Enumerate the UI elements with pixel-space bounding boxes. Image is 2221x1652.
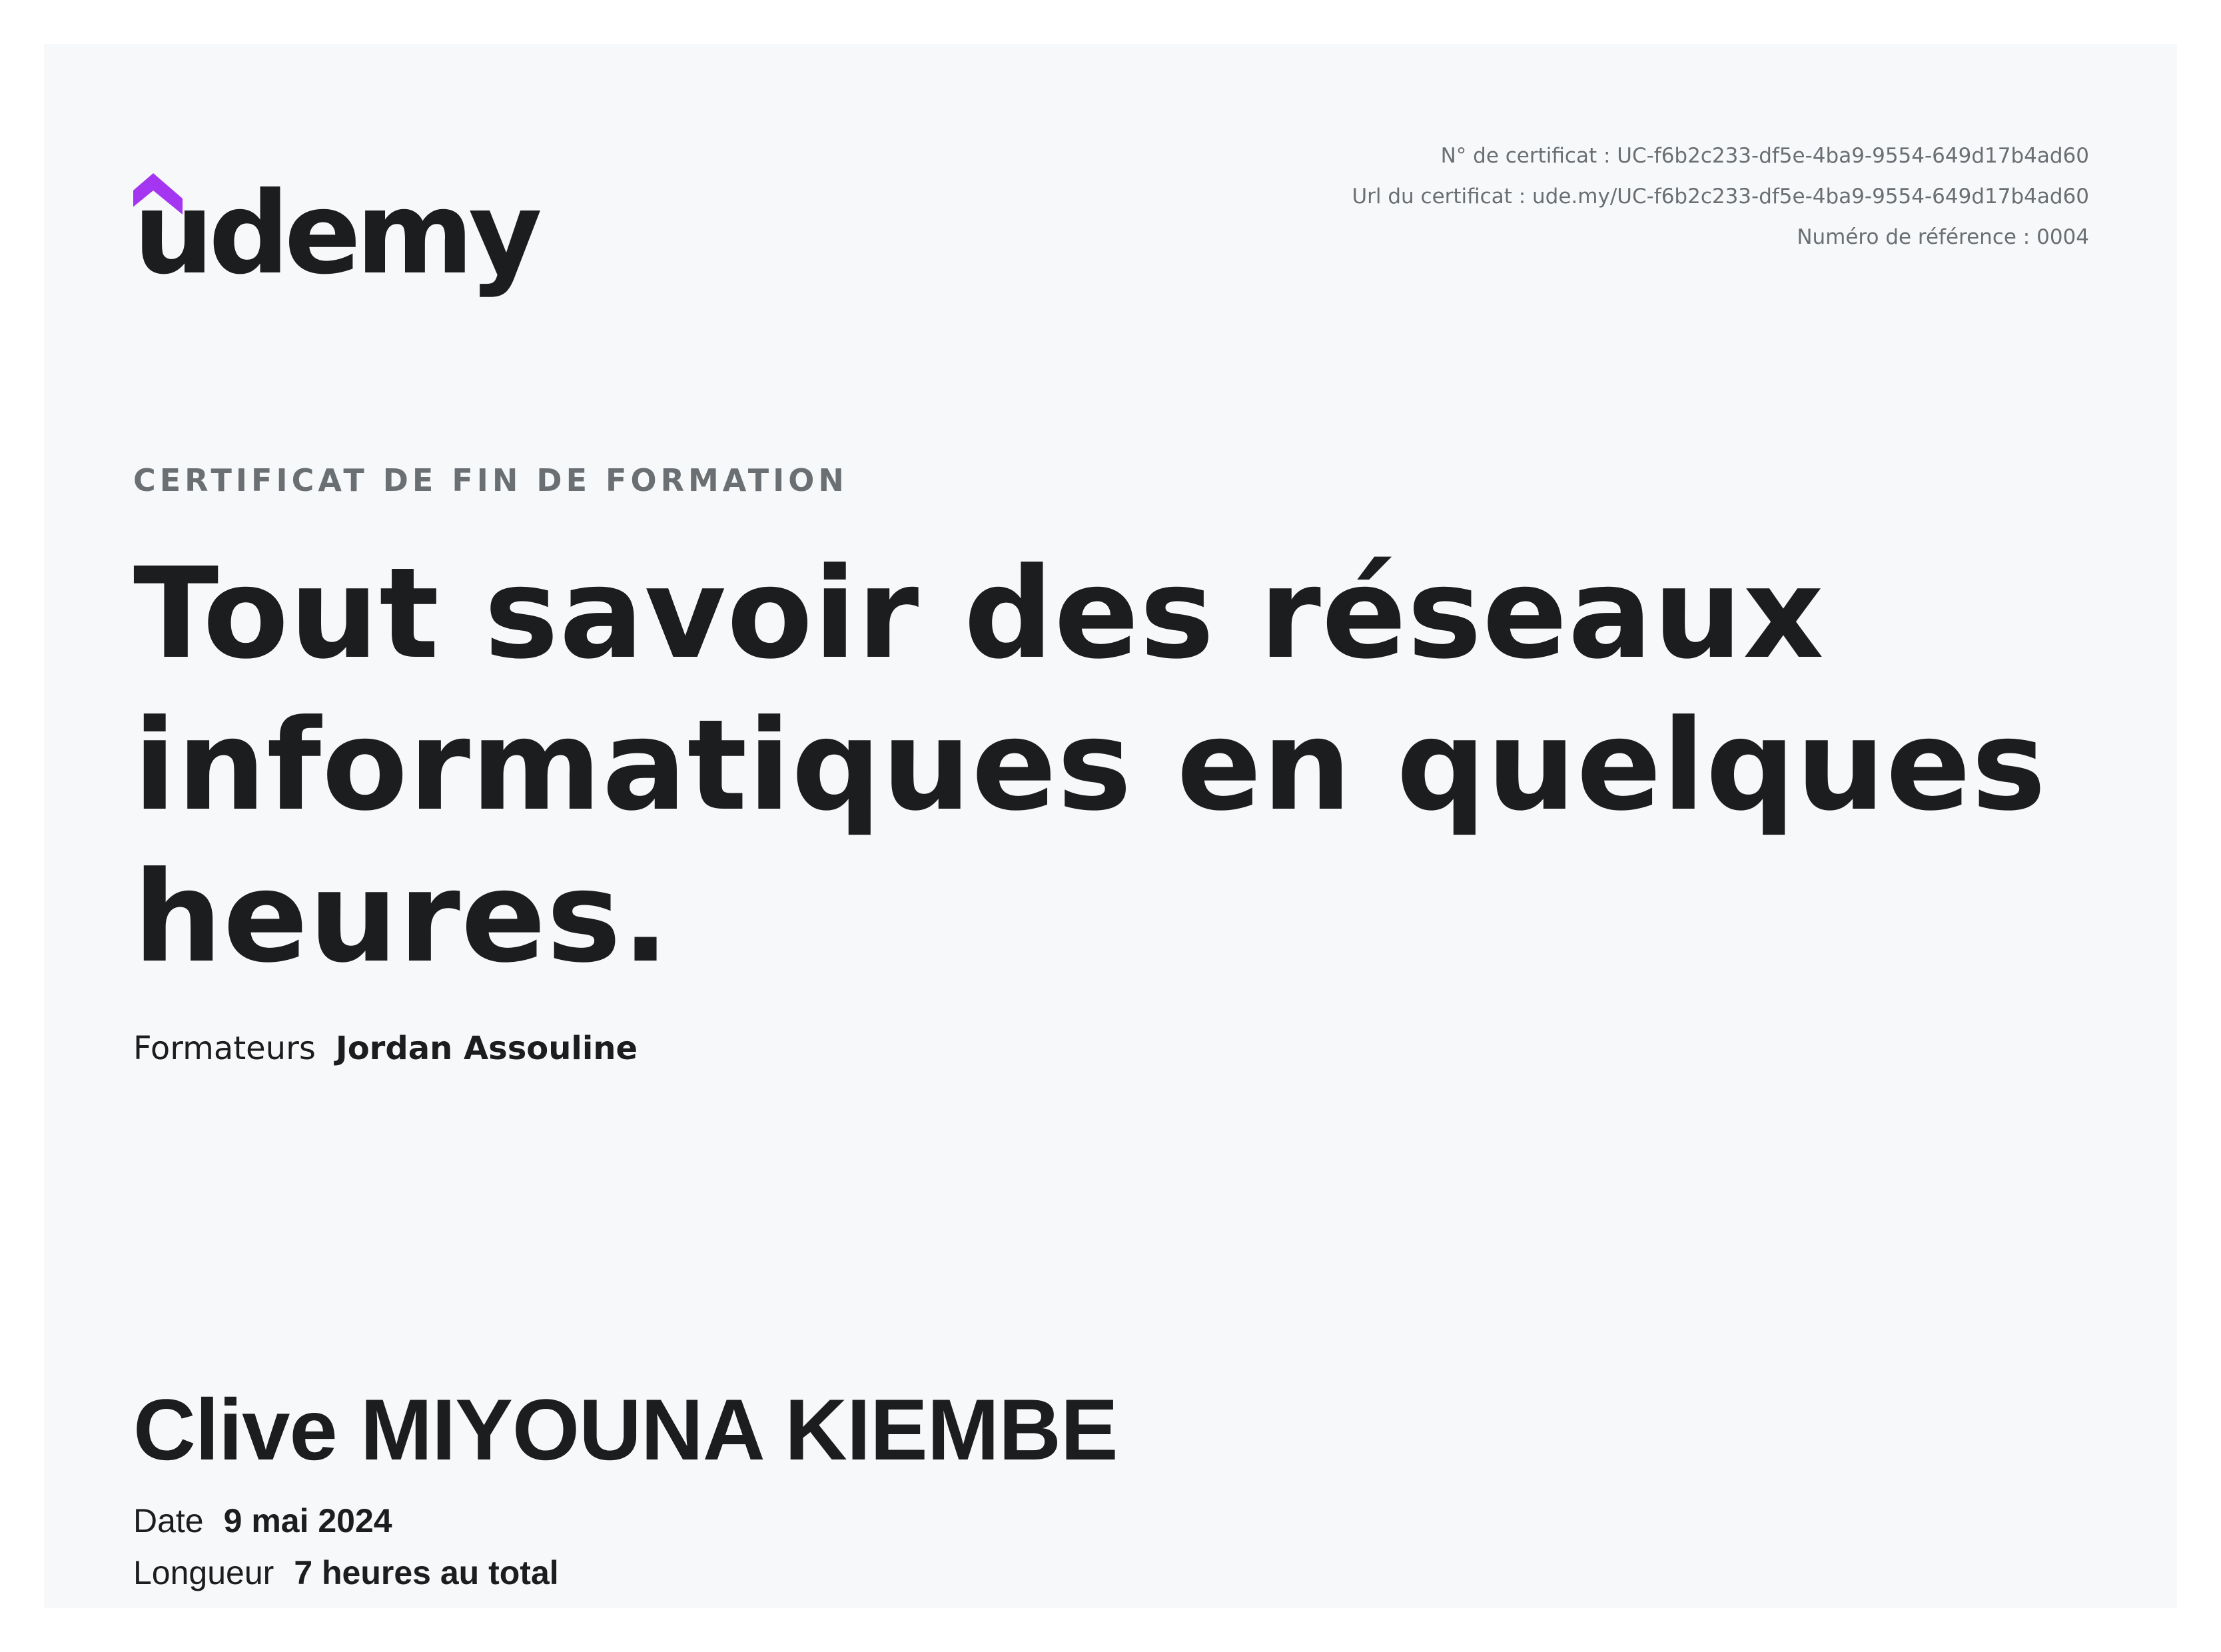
logo-wordmark: udemy bbox=[133, 168, 542, 300]
certificate-number: N° de certificat : UC-f6b2c233-df5e-4ba9… bbox=[1440, 144, 2089, 168]
instructors-label: Formateurs bbox=[133, 1030, 316, 1067]
date-value: 9 mai 2024 bbox=[223, 1502, 392, 1539]
length-value: 7 heures au total bbox=[294, 1554, 559, 1591]
length-label: Longueur bbox=[133, 1554, 274, 1591]
instructors-row: Formateurs Jordan Assouline bbox=[133, 1030, 638, 1067]
certificate-meta: N° de certificat : UC-f6b2c233-df5e-4ba9… bbox=[1352, 136, 2089, 258]
certificate-card: udemy N° de certificat : UC-f6b2c233-df5… bbox=[44, 44, 2177, 1608]
length-row: Longueur 7 heures au total bbox=[133, 1553, 559, 1592]
udemy-logo: udemy bbox=[133, 133, 542, 320]
recipient-name: Clive MIYOUNA KIEMBE bbox=[133, 1381, 1118, 1478]
certificate-url: Url du certificat : ude.my/UC-f6b2c233-d… bbox=[1352, 185, 2089, 208]
reference-number: Numéro de référence : 0004 bbox=[1797, 225, 2089, 249]
date-label: Date bbox=[133, 1502, 204, 1539]
course-title: Tout savoir des réseaux informatiques en… bbox=[133, 541, 2047, 991]
instructors-value: Jordan Assouline bbox=[335, 1030, 638, 1067]
certificate-kicker: CERTIFICAT DE FIN DE FORMATION bbox=[133, 462, 848, 498]
date-row: Date 9 mai 2024 bbox=[133, 1501, 392, 1540]
